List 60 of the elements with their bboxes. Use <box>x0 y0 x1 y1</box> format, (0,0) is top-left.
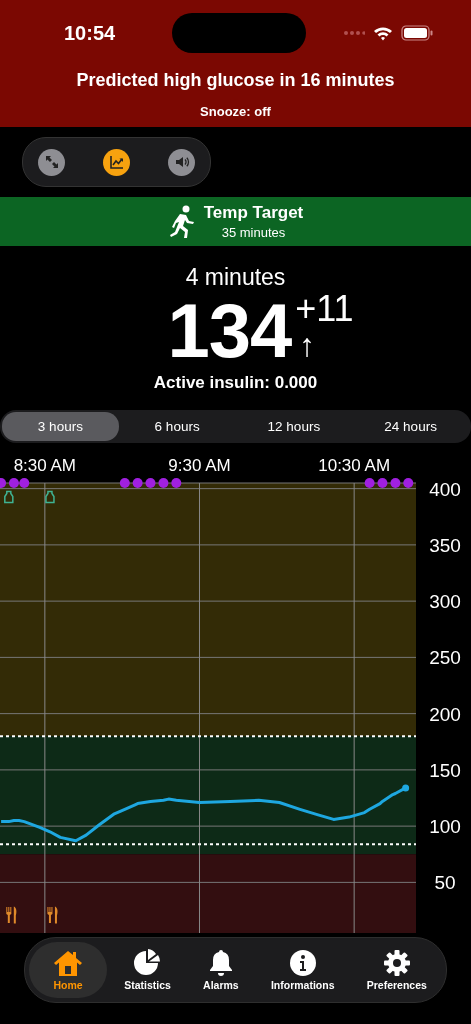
temp-target-duration: 35 minutes <box>221 225 286 240</box>
range-tab[interactable]: 24 hours <box>352 412 469 441</box>
y-axis-label: 350 <box>429 534 461 556</box>
alert-title: Predicted high glucose in 16 minutes <box>76 70 395 91</box>
insulin-dot <box>119 478 130 488</box>
y-axis-label: 400 <box>429 478 461 500</box>
range-tab[interactable]: 12 hours <box>235 412 353 441</box>
tab-bar-item[interactable]: Informations <box>255 942 350 998</box>
wifi-icon <box>373 25 393 41</box>
range-tab[interactable]: 3 hours <box>2 412 119 441</box>
insulin-dot <box>403 478 414 488</box>
clock-time: 10:54 <box>64 21 116 45</box>
bottle-icon <box>4 490 14 504</box>
tab-bar-item[interactable]: Preferences <box>351 942 442 998</box>
info-icon <box>288 949 317 977</box>
y-axis-label: 150 <box>429 759 461 781</box>
glucose-delta: +11 <box>295 291 354 327</box>
x-axis-label: 9:30 AM <box>168 456 231 475</box>
bell-icon <box>207 949 234 977</box>
y-axis-label: 300 <box>429 591 461 613</box>
sound-button[interactable] <box>168 148 195 176</box>
y-axis-label: 100 <box>429 816 461 838</box>
expand-icon <box>43 154 60 170</box>
range-tab[interactable]: 6 hours <box>118 412 236 441</box>
y-axis-label: 50 <box>434 872 456 894</box>
insulin-dot <box>132 478 143 488</box>
settings-icon <box>382 949 411 977</box>
speaker-icon <box>173 154 190 170</box>
battery-icon <box>401 25 433 41</box>
active-insulin: Active insulin: 0.000 <box>153 373 318 393</box>
insulin-dot <box>171 478 182 488</box>
tab-bar-item[interactable]: Home <box>29 942 107 998</box>
insulin-dot <box>390 478 401 488</box>
temp-target-title: Temp Target <box>203 203 304 223</box>
home-icon <box>53 949 83 977</box>
insulin-dot <box>19 478 30 488</box>
glucose-value: 134 <box>167 291 292 371</box>
x-axis-label: 8:30 AM <box>13 456 77 475</box>
y-axis-label: 200 <box>429 703 461 725</box>
latest-point <box>402 784 410 792</box>
fork-knife-icon <box>47 906 58 924</box>
y-axis-label: 250 <box>429 647 461 669</box>
tab-bar-item[interactable]: Statistics <box>109 942 186 998</box>
expand-button[interactable] <box>38 148 65 176</box>
signal-icon <box>343 30 365 36</box>
fork-knife-icon <box>6 906 17 924</box>
insulin-dot <box>364 478 375 488</box>
chart-icon <box>108 154 125 170</box>
pie-chart-icon <box>133 949 162 977</box>
bottle-icon <box>45 490 55 504</box>
snooze-status: Snooze: off <box>200 104 271 119</box>
trend-arrow: ↑ <box>299 327 317 363</box>
reading-age: 4 minutes <box>185 264 286 291</box>
chart-button[interactable] <box>103 148 130 176</box>
insulin-dot <box>158 478 169 488</box>
insulin-dot <box>145 478 156 488</box>
tab-bar-item[interactable]: Alarms <box>187 942 254 998</box>
insulin-dot <box>377 478 388 488</box>
x-axis-label: 10:30 AM <box>318 456 391 475</box>
runner-icon <box>167 204 196 239</box>
